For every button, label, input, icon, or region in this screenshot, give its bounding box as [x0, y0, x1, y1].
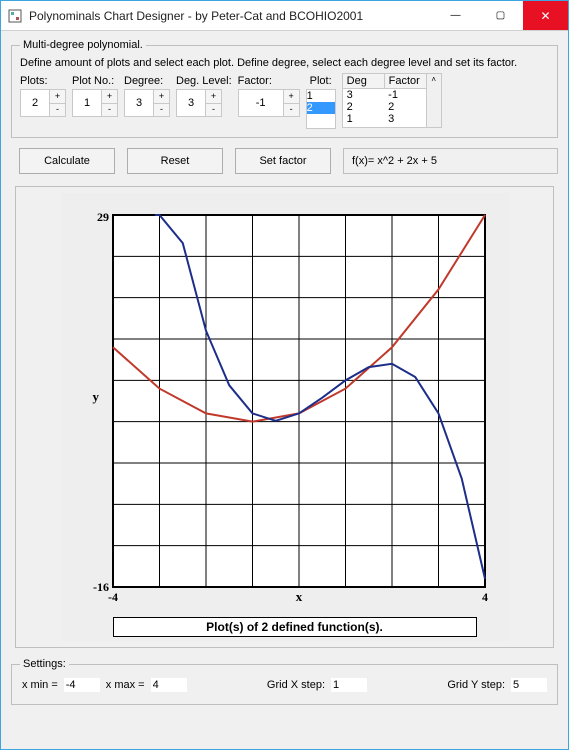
svg-text:x: x [295, 589, 302, 604]
app-icon [7, 8, 23, 24]
plotno-input[interactable] [73, 90, 101, 116]
gridy-label: Grid Y step: [447, 679, 505, 691]
xmin-label: x min = [22, 679, 58, 691]
scroll-up-icon[interactable]: ˄ [431, 75, 436, 84]
deglevel-input[interactable] [177, 90, 205, 116]
deglevel-col: Deg. Level: + - [176, 75, 232, 117]
reset-button[interactable]: Reset [127, 148, 223, 174]
xmin-input[interactable] [64, 678, 100, 692]
plot-list-col: Plot: 1 2 [306, 75, 336, 129]
plots-spinner: + - [20, 89, 66, 117]
plots-down-button[interactable]: - [50, 104, 65, 117]
svg-text:4: 4 [482, 590, 488, 604]
chart-caption: Plot(s) of 2 defined function(s). [113, 617, 477, 637]
config-row: Plots: + - Plot No.: + [20, 75, 549, 129]
maximize-button[interactable]: ▢ [478, 1, 523, 30]
plot-list-item[interactable]: 2 [307, 102, 335, 114]
factor-spinner: + - [238, 89, 300, 117]
deglevel-spinner: + - [176, 89, 222, 117]
table-row[interactable]: 3 -1 [343, 89, 426, 101]
minimize-button[interactable]: — [433, 1, 478, 30]
factor-input[interactable] [239, 90, 283, 116]
factor-col: Factor: + - [238, 75, 300, 117]
deglevel-down-button[interactable]: - [206, 104, 221, 117]
plots-col: Plots: + - [20, 75, 66, 117]
deg-factor-table[interactable]: Deg Factor 3 -1 2 2 [342, 73, 442, 128]
degree-spinner: + - [124, 89, 170, 117]
instruction-text: Define amount of plots and select each p… [20, 57, 549, 69]
plots-label: Plots: [20, 75, 48, 87]
xmax-input[interactable] [151, 678, 187, 692]
factor-label: Factor: [238, 75, 272, 87]
close-button[interactable]: ✕ [523, 1, 568, 30]
table-scrollbar[interactable]: ˄ [426, 74, 441, 127]
gridy-input[interactable] [511, 678, 547, 692]
svg-text:-4: -4 [108, 590, 118, 604]
polynomial-chart: 29 -16 y -4 4 x [65, 197, 505, 617]
plotno-spinner: + - [72, 89, 118, 117]
factor-down-button[interactable]: - [284, 104, 299, 117]
plots-up-button[interactable]: + [50, 90, 65, 104]
plots-input[interactable] [21, 90, 49, 116]
plot-list-item[interactable]: 1 [307, 90, 335, 102]
settings-legend: Settings: [20, 658, 69, 670]
plot-list-label: Plot: [306, 75, 336, 87]
degree-down-button[interactable]: - [154, 104, 169, 117]
degree-up-button[interactable]: + [154, 90, 169, 104]
settings-group: Settings: x min = x max = Grid X step: G… [11, 658, 558, 705]
settings-row: x min = x max = Grid X step: Grid Y step… [20, 674, 549, 696]
polynomial-group: Multi-degree polynomial. Define amount o… [11, 39, 558, 138]
chart-inner: 29 -16 y -4 4 x Plot(s) of 2 defined function… [61, 193, 509, 641]
plotno-up-button[interactable]: + [102, 90, 117, 104]
plotno-down-button[interactable]: - [102, 104, 117, 117]
deglevel-up-button[interactable]: + [206, 90, 221, 104]
deglevel-label: Deg. Level: [176, 75, 232, 87]
window-buttons: — ▢ ✕ [433, 1, 568, 30]
plotno-col: Plot No.: + - [72, 75, 118, 117]
svg-text:y: y [92, 389, 99, 404]
app-window: Polynominals Chart Designer - by Peter-C… [0, 0, 569, 750]
formula-display: f(x)= x^2 + 2x + 5 [343, 148, 558, 174]
degree-input[interactable] [125, 90, 153, 116]
plotno-label: Plot No.: [72, 75, 114, 87]
window-title: Polynominals Chart Designer - by Peter-C… [29, 9, 433, 23]
polynomial-group-legend: Multi-degree polynomial. [20, 39, 146, 51]
client-area: Multi-degree polynomial. Define amount o… [1, 31, 568, 749]
factor-up-button[interactable]: + [284, 90, 299, 104]
deg-table-col: Deg Factor 3 -1 2 2 [342, 75, 442, 128]
gridx-label: Grid X step: [267, 679, 325, 691]
table-row[interactable]: 1 3 [343, 113, 426, 125]
degree-col: Degree: + - [124, 75, 170, 117]
deg-header: Deg [343, 74, 385, 88]
chart-frame: 29 -16 y -4 4 x Plot(s) of 2 defined function… [15, 186, 554, 648]
svg-text:-16: -16 [93, 580, 109, 594]
factor-header: Factor [385, 74, 426, 88]
svg-text:29: 29 [97, 210, 109, 224]
plot-listbox[interactable]: 1 2 [306, 89, 336, 129]
set-factor-button[interactable]: Set factor [235, 148, 331, 174]
titlebar: Polynominals Chart Designer - by Peter-C… [1, 1, 568, 31]
degree-label: Degree: [124, 75, 163, 87]
table-row[interactable]: 2 2 [343, 101, 426, 113]
xmax-label: x max = [106, 679, 145, 691]
gridx-input[interactable] [331, 678, 367, 692]
calculate-button[interactable]: Calculate [19, 148, 115, 174]
action-row: Calculate Reset Set factor f(x)= x^2 + 2… [19, 148, 558, 174]
